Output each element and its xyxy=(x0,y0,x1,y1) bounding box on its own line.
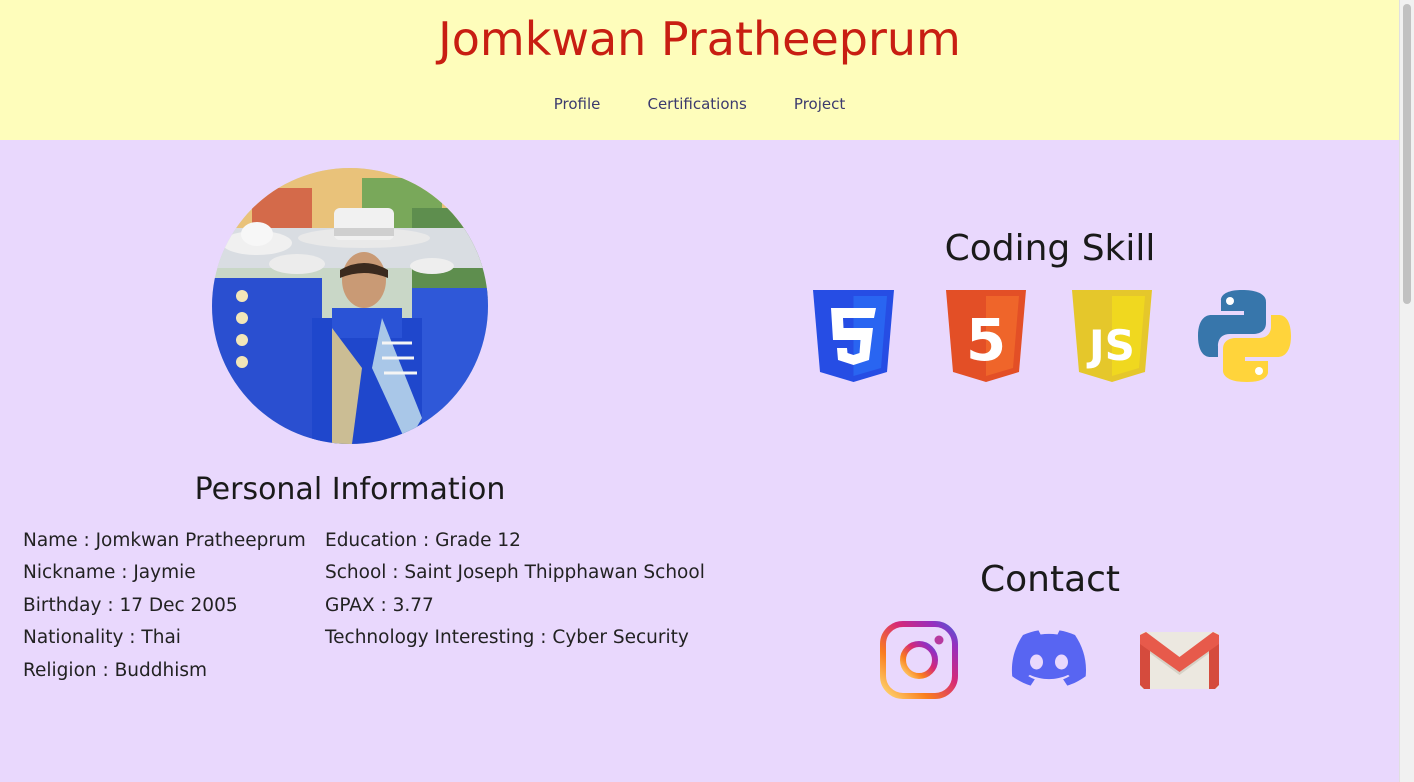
info-nickname: Nickname : Jaymie xyxy=(23,562,196,584)
nav-certifications[interactable]: Certifications xyxy=(647,94,746,114)
info-school: School : Saint Joseph Thipphawan School xyxy=(325,562,705,584)
info-education: Education : Grade 12 xyxy=(325,530,521,551)
html5-icon: 5 xyxy=(946,290,1026,386)
nav-profile[interactable]: Profile xyxy=(554,94,601,114)
info-gpax: GPAX : 3.77 xyxy=(325,594,434,616)
coding-skill-heading: Coding Skill xyxy=(944,228,1156,269)
instagram-icon[interactable] xyxy=(880,621,958,703)
site-header: Jomkwan Pratheeprum Profile Certificatio… xyxy=(0,0,1399,140)
main-nav: Profile Certifications Project xyxy=(0,94,1399,114)
nav-project[interactable]: Project xyxy=(794,94,845,114)
profile-photo xyxy=(212,168,488,444)
gmail-icon[interactable] xyxy=(1140,632,1219,693)
info-name: Name : Jomkwan Pratheeprum xyxy=(23,530,306,551)
javascript-icon: JS xyxy=(1072,290,1152,386)
personal-info-heading: Personal Information xyxy=(194,472,506,507)
python-icon xyxy=(1198,290,1291,386)
site-title: Jomkwan Pratheeprum xyxy=(438,12,961,66)
css3-icon xyxy=(813,290,894,386)
info-birthday: Birthday : 17 Dec 2005 xyxy=(23,594,238,616)
scrollbar-thumb[interactable] xyxy=(1403,4,1411,304)
page: Jomkwan Pratheeprum Profile Certificatio… xyxy=(0,0,1399,782)
js-badge-text: JS xyxy=(1086,321,1135,370)
contact-heading: Contact xyxy=(979,559,1121,600)
info-nationality: Nationality : Thai xyxy=(23,627,181,649)
discord-icon[interactable] xyxy=(1011,630,1087,694)
info-religion: Religion : Buddhism xyxy=(23,659,208,681)
personal-info-right: Education : Grade 12 School : Saint Jose… xyxy=(325,528,705,658)
vertical-scrollbar[interactable] xyxy=(1399,0,1414,782)
info-tech-interest: Technology Interesting : Cyber Security xyxy=(325,627,689,649)
personal-info-left: Name : Jomkwan Pratheeprum Nickname : Ja… xyxy=(23,528,306,690)
html5-badge-text: 5 xyxy=(966,306,1006,374)
